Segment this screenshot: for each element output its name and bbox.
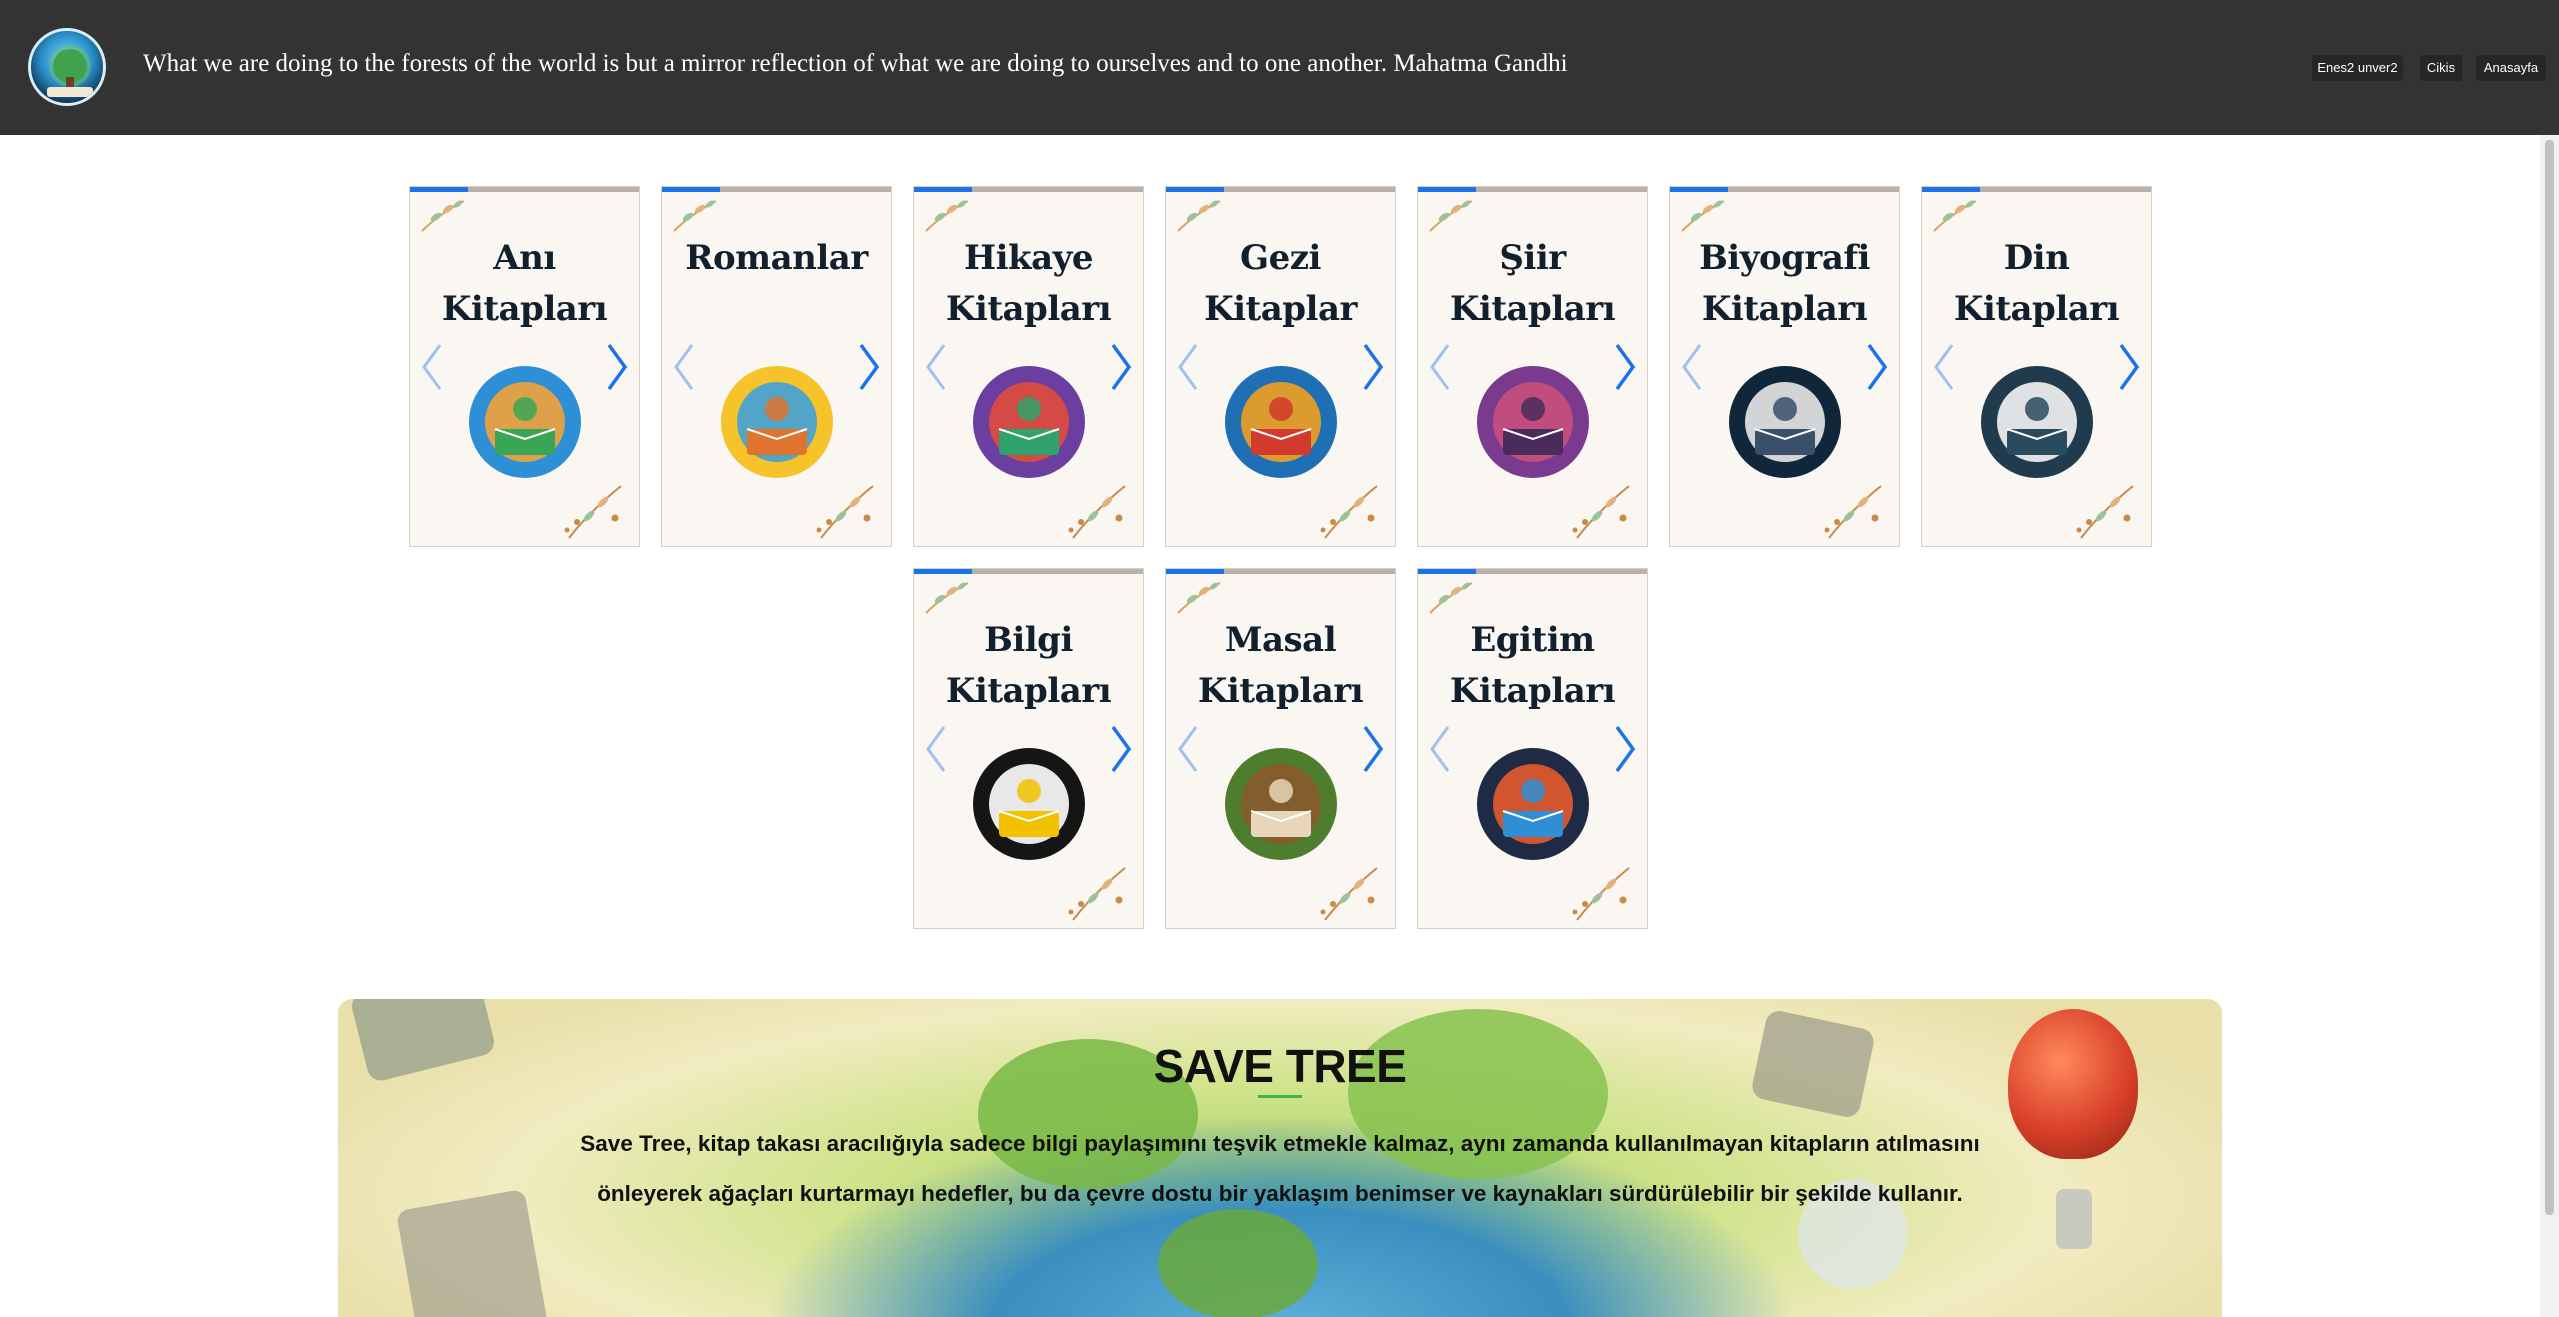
logo-icon[interactable] <box>28 28 106 106</box>
chevron-right-icon[interactable] <box>855 337 883 397</box>
card-progress-fill <box>662 187 720 192</box>
storybook-castle-icon <box>973 366 1085 478</box>
leaf-branch-icon <box>564 485 622 539</box>
scrollbar-thumb[interactable] <box>2545 140 2554 1215</box>
category-card[interactable]: Bilgi Kitapları <box>913 568 1144 929</box>
card-title: Bilgi Kitapları <box>945 620 1112 711</box>
chevron-right-icon[interactable] <box>1611 719 1639 779</box>
chevron-left-icon[interactable] <box>1174 337 1202 397</box>
leaf-sprig-icon <box>925 582 969 614</box>
open-book-laurel-icon <box>1981 366 2093 478</box>
card-title: Biyografi Kitapları <box>1699 238 1870 329</box>
category-card[interactable]: Şiir Kitapları <box>1417 186 1648 547</box>
chevron-right-icon[interactable] <box>603 337 631 397</box>
rose-quill-icon <box>1477 366 1589 478</box>
chevron-left-icon[interactable] <box>922 337 950 397</box>
leaf-sprig-icon <box>1177 200 1221 232</box>
chevron-right-icon[interactable] <box>1359 337 1387 397</box>
card-progress-fill <box>1418 569 1476 574</box>
card-progress-fill <box>1922 187 1980 192</box>
card-title: Egitim Kitapları <box>1449 620 1616 711</box>
leaf-branch-icon <box>1068 485 1126 539</box>
leaf-sprig-icon <box>673 200 717 232</box>
leaf-sprig-icon <box>1429 200 1473 232</box>
leaf-sprig-icon <box>925 200 969 232</box>
leaf-branch-icon <box>1824 485 1882 539</box>
leaf-branch-icon <box>1320 485 1378 539</box>
fairy-tale-book-icon <box>1225 748 1337 860</box>
chevron-right-icon[interactable] <box>1359 719 1387 779</box>
around-the-world-icon <box>1225 366 1337 478</box>
chevron-left-icon[interactable] <box>1174 719 1202 779</box>
category-card[interactable]: Din Kitapları <box>1921 186 2152 547</box>
chevron-right-icon[interactable] <box>1863 337 1891 397</box>
chevron-left-icon[interactable] <box>1678 337 1706 397</box>
card-title: Masal Kitapları <box>1197 620 1364 711</box>
card-progress-fill <box>1418 187 1476 192</box>
card-progress-fill <box>1166 187 1224 192</box>
chevron-right-icon[interactable] <box>1107 719 1135 779</box>
card-progress-fill <box>914 569 972 574</box>
card-title: Din Kitapları <box>1953 238 2120 329</box>
book-lightbulb-icon <box>973 748 1085 860</box>
card-progress-fill <box>1166 569 1224 574</box>
category-card[interactable]: Masal Kitapları <box>1165 568 1396 929</box>
leaf-sprig-icon <box>421 200 465 232</box>
leaf-sprig-icon <box>1933 200 1977 232</box>
card-progress-fill <box>914 187 972 192</box>
chevron-right-icon[interactable] <box>1107 337 1135 397</box>
header-quote: What we are doing to the forests of the … <box>143 50 1568 77</box>
leaf-branch-icon <box>1572 485 1630 539</box>
card-title: Şiir Kitapları <box>1449 238 1616 329</box>
category-card[interactable]: Romanlar <box>661 186 892 547</box>
graduation-globe-book-icon <box>1477 748 1589 860</box>
leaf-sprig-icon <box>1429 582 1473 614</box>
category-card[interactable]: Hikaye Kitapları <box>913 186 1144 547</box>
book-quill-badge-icon <box>1729 366 1841 478</box>
leaf-branch-icon <box>1068 867 1126 921</box>
category-card[interactable]: Gezi Kitaplar <box>1165 186 1396 547</box>
card-title: Gezi Kitaplar <box>1204 238 1357 329</box>
leaf-branch-icon <box>1320 867 1378 921</box>
user-button[interactable]: Enes2 unver2 <box>2312 55 2403 81</box>
chevron-left-icon[interactable] <box>418 337 446 397</box>
card-title: Hikaye Kitapları <box>945 238 1112 329</box>
leaf-branch-icon <box>2076 485 2134 539</box>
leaf-sprig-icon <box>1681 200 1725 232</box>
chevron-left-icon[interactable] <box>1930 337 1958 397</box>
card-progress-fill <box>1670 187 1728 192</box>
chevron-left-icon[interactable] <box>1426 719 1454 779</box>
card-title: Anı Kitapları <box>441 238 608 329</box>
card-title: Romanlar <box>685 238 868 278</box>
home-button[interactable]: Anasayfa <box>2476 55 2546 81</box>
chevron-right-icon[interactable] <box>1611 337 1639 397</box>
banner-title: SAVE TREE <box>1153 1040 1407 1092</box>
chevron-right-icon[interactable] <box>2115 337 2143 397</box>
chevron-left-icon[interactable] <box>1426 337 1454 397</box>
leaf-sprig-icon <box>1177 582 1221 614</box>
globe-travel-icon <box>469 366 581 478</box>
leaf-branch-icon <box>1572 867 1630 921</box>
logout-button[interactable]: Cikis <box>2420 55 2462 81</box>
sun-landscape-icon <box>721 366 833 478</box>
chevron-left-icon[interactable] <box>670 337 698 397</box>
category-card[interactable]: Anı Kitapları <box>409 186 640 547</box>
save-tree-banner: SAVE TREE Save Tree, kitap takası aracıl… <box>338 999 2222 1317</box>
card-progress-fill <box>410 187 468 192</box>
leaf-branch-icon <box>816 485 874 539</box>
chevron-left-icon[interactable] <box>922 719 950 779</box>
category-card[interactable]: Biyografi Kitapları <box>1669 186 1900 547</box>
category-card[interactable]: Egitim Kitapları <box>1417 568 1648 929</box>
banner-description: Save Tree, kitap takası aracılığıyla sad… <box>580 1131 1980 1206</box>
banner-title-underline <box>1258 1095 1302 1098</box>
top-header: What we are doing to the forests of the … <box>0 0 2559 135</box>
